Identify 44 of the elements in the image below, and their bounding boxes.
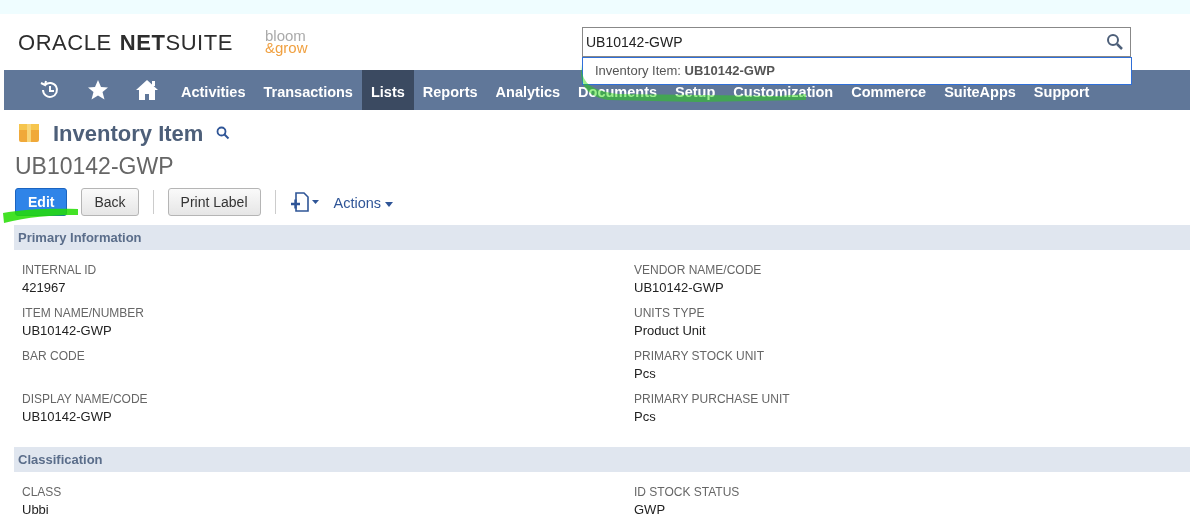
search-icon[interactable] [216, 126, 231, 140]
caret-icon [385, 201, 394, 207]
field-label: PRIMARY STOCK UNIT [634, 348, 766, 364]
record-name: UB10142-GWP [15, 152, 175, 180]
page-title: Inventory Item [53, 119, 204, 148]
history-icon[interactable] [39, 79, 61, 101]
suggestion-item[interactable]: Inventory Item: UB10142-GWP [583, 58, 1131, 84]
search-icon[interactable] [1106, 33, 1124, 51]
toolbar-button[interactable]: Print Label [167, 188, 261, 216]
field-label: DISPLAY NAME/CODE [22, 391, 149, 407]
field-label: CLASS [22, 484, 63, 500]
nav-tab[interactable]: Reports [413, 70, 487, 110]
field-label: ITEM NAME/NUMBER [22, 305, 145, 321]
search-field[interactable]: UB10142-GWP [582, 27, 1131, 57]
star-icon[interactable] [87, 79, 109, 101]
field-label: INTERNAL ID [22, 262, 98, 278]
nav-tab[interactable]: Transactions [254, 70, 362, 110]
netsuite-logo-text: NETSUITE [119, 28, 233, 57]
toolbar-button[interactable]: Back [81, 188, 139, 216]
field-label: BAR CODE [22, 348, 86, 364]
field-value: UB10142-GWP [22, 408, 113, 426]
field-value: Pcs [634, 408, 657, 426]
nav-tab[interactable]: Lists [361, 70, 414, 110]
box-icon [18, 123, 40, 143]
new-document-icon[interactable] [289, 192, 320, 212]
company-logo: bloom &grow [265, 30, 308, 54]
field-value: Pcs [634, 365, 657, 383]
field-value: 421967 [22, 279, 67, 297]
field-value: UB10142-GWP [634, 279, 725, 297]
field-value: UB10142-GWP [22, 322, 113, 340]
field-label: PRIMARY PURCHASE UNIT [634, 391, 791, 407]
oracle-logo-text: ORACLE [18, 28, 112, 57]
field-value: Ubbi [22, 501, 50, 519]
field-label: UNITS TYPE [634, 305, 706, 321]
home-icon[interactable] [135, 79, 159, 101]
field-label: VENDOR NAME/CODE [634, 262, 763, 278]
field-value: GWP [634, 501, 667, 519]
nav-tab[interactable]: Analytics [486, 70, 570, 110]
field-value: Product Unit [634, 322, 707, 340]
actions-menu[interactable]: Actions [333, 193, 394, 215]
nav-tab[interactable]: Activities [172, 70, 255, 110]
field-label: ID STOCK STATUS [634, 484, 741, 500]
section-header[interactable]: Primary Information [14, 225, 1190, 250]
section-header[interactable]: Classification [14, 447, 1190, 472]
